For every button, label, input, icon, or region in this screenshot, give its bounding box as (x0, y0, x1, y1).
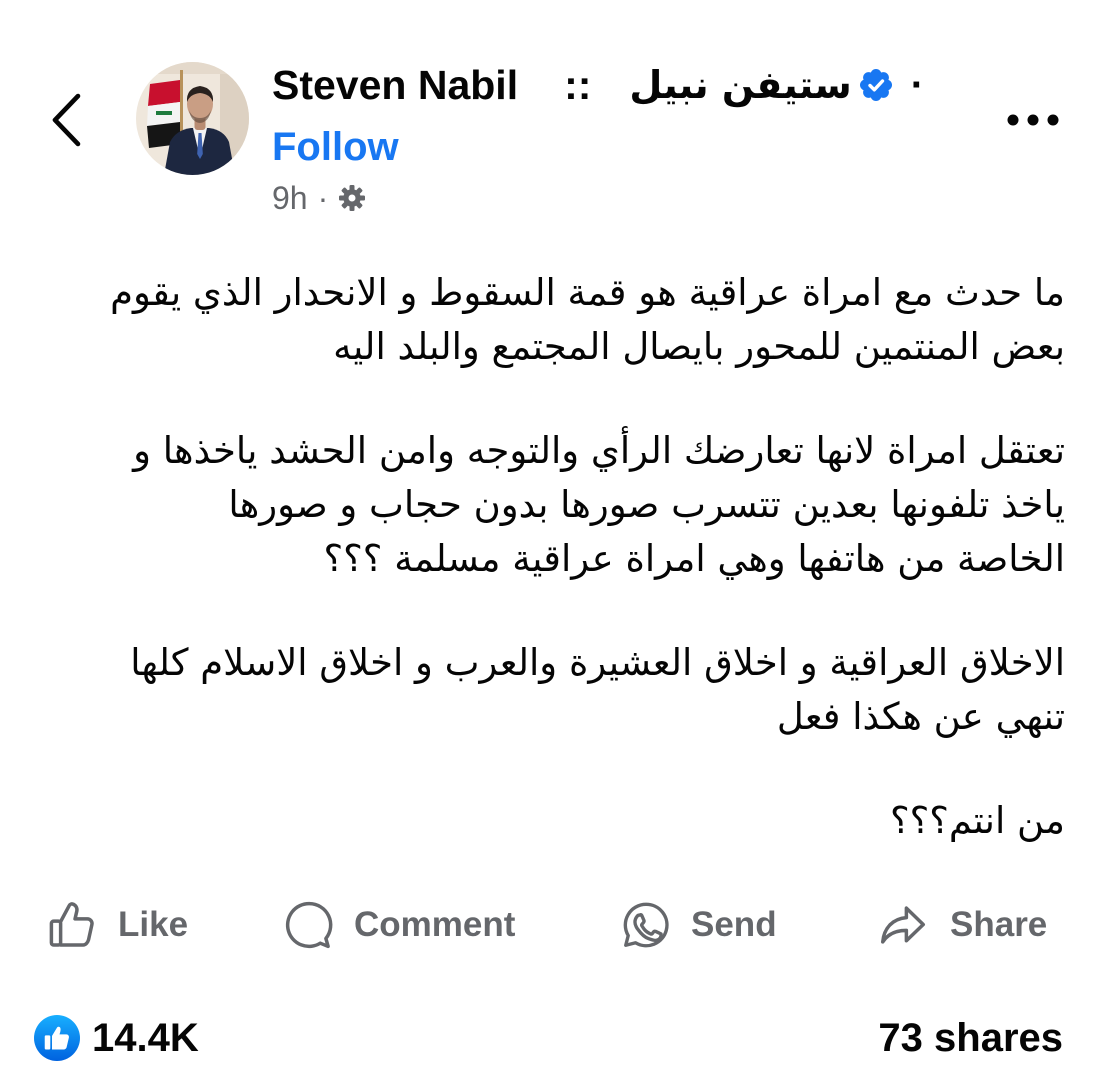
post-text-line: ما حدث مع امراة عراقية هو قمة السقوط و ا… (110, 271, 1065, 314)
post-timestamp[interactable]: 9h (272, 178, 308, 218)
reaction-count[interactable]: 14.4K (92, 1014, 199, 1062)
author-name-row: Steven Nabil :: ستيفن نبيل · (272, 60, 924, 110)
author-name-latin[interactable]: Steven Nabil (272, 60, 518, 110)
author-name-arabic[interactable]: ستيفن نبيل (629, 60, 851, 110)
post-text-line: تنهي عن هكذا فعل (776, 695, 1065, 738)
send-button[interactable]: Send (619, 897, 777, 953)
follow-button[interactable]: Follow (272, 122, 399, 172)
post-text-line: الاخلاق العراقية و اخلاق العشيرة والعرب … (130, 641, 1065, 684)
more-options-button[interactable] (1000, 104, 1066, 136)
author-name-separator[interactable]: :: (564, 60, 591, 110)
post-paragraph: تعتقل امراة لانها تعارضك الرأي والتوجه و… (34, 424, 1065, 586)
post-screen: Steven Nabil :: ستيفن نبيل · Follow 9h ·… (0, 0, 1100, 1080)
name-trailing-dot: · (910, 63, 925, 107)
back-button[interactable] (40, 88, 92, 152)
comment-label: Comment (354, 905, 516, 944)
reactions-summary[interactable]: 14.4K (34, 1014, 199, 1062)
comment-icon (285, 901, 333, 949)
share-label: Share (950, 905, 1048, 944)
post-paragraph: من انتم؟؟؟ (34, 794, 1065, 848)
share-button[interactable]: Share (874, 897, 1047, 953)
whatsapp-send-icon (623, 902, 669, 948)
more-horizontal-icon (1007, 114, 1059, 126)
chevron-left-icon (52, 93, 81, 147)
gear-icon (337, 183, 367, 213)
post-meta: 9h · (272, 178, 367, 218)
like-label: Like (118, 905, 189, 944)
share-arrow-icon (881, 906, 925, 944)
post-text-line: ياخذ تلفونها بعدين تتسرب صورها بدون حجاب… (228, 483, 1065, 526)
post-paragraph: الاخلاق العراقية و اخلاق العشيرة والعرب … (34, 636, 1065, 744)
post-text-line: بعض المنتمين للمحور بايصال المجتمع والبل… (333, 325, 1065, 368)
post-body: ما حدث مع امراة عراقية هو قمة السقوط و ا… (34, 266, 1065, 848)
profile-photo (136, 62, 249, 175)
meta-dot: · (317, 180, 329, 216)
like-button[interactable]: Like (46, 897, 188, 953)
avatar[interactable] (136, 62, 249, 175)
verified-badge-icon (859, 68, 893, 102)
send-label: Send (691, 905, 777, 944)
post-text-line: تعتقل امراة لانها تعارضك الرأي والتوجه و… (133, 429, 1065, 472)
like-reaction-icon (34, 1015, 80, 1061)
post-text-line: الخاصة من هاتفها وهي امراة عراقية مسلمة … (323, 537, 1065, 580)
post-paragraph: ما حدث مع امراة عراقية هو قمة السقوط و ا… (34, 266, 1065, 374)
thumbs-up-icon (49, 902, 94, 947)
comment-button[interactable]: Comment (282, 897, 515, 953)
shares-count[interactable]: 73 shares (878, 1014, 1063, 1062)
post-text-line: من انتم؟؟؟ (889, 799, 1065, 842)
